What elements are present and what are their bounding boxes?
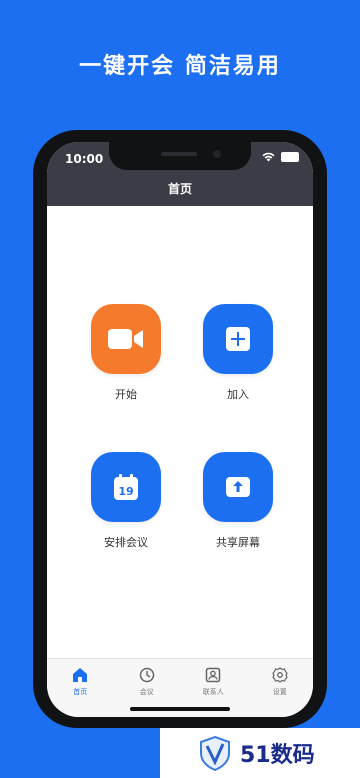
schedule-meeting-label: 安排会议 [104, 536, 148, 549]
nav-label-meetings: 会议 [139, 688, 154, 696]
nav-item-home[interactable]: 首页 [47, 659, 114, 717]
promo-headline: 一键开会 简洁易用 [79, 54, 281, 79]
page-title: 首页 [167, 182, 192, 196]
calendar-day: 19 [118, 485, 133, 498]
top-bar: 10:00 首页 [47, 142, 313, 206]
speaker-grille [161, 152, 197, 156]
start-meeting-tile[interactable] [91, 304, 161, 374]
watermark-text: 51数码 [240, 743, 315, 768]
contact-icon [206, 667, 221, 683]
gear-icon [272, 667, 288, 683]
home-indicator [130, 707, 230, 711]
app-screen: 10:00 首页 开始 加入 19 安排会议 共享屏幕 首页 会议 联系人 设置 [47, 142, 313, 717]
home-icon [73, 668, 88, 682]
plus-icon [226, 327, 250, 351]
phone-frame: 10:00 首页 开始 加入 19 安排会议 共享屏幕 首页 会议 联系人 设置 [33, 130, 327, 728]
nav-item-settings[interactable]: 设置 [247, 659, 314, 717]
calendar-icon: 19 [114, 474, 138, 500]
join-meeting-tile[interactable] [203, 304, 273, 374]
phone-notch [109, 142, 251, 170]
status-time: 10:00 [65, 152, 104, 166]
nav-label-home: 首页 [73, 688, 88, 696]
upload-screen-icon [226, 477, 250, 497]
share-screen-button[interactable]: 共享屏幕 [188, 452, 288, 550]
clock-icon [139, 667, 154, 683]
shield-logo-icon [200, 735, 230, 771]
wifi-icon [262, 152, 275, 162]
schedule-meeting-tile[interactable]: 19 [91, 452, 161, 522]
join-meeting-button[interactable]: 加入 [188, 304, 288, 402]
battery-icon [281, 152, 299, 162]
front-camera [213, 150, 221, 158]
nav-label-settings: 设置 [272, 688, 287, 696]
start-meeting-label: 开始 [115, 388, 137, 401]
schedule-meeting-button[interactable]: 19 安排会议 [76, 452, 176, 550]
video-camera-icon [108, 329, 143, 349]
watermark: 51数码 [160, 728, 360, 778]
start-meeting-button[interactable]: 开始 [76, 304, 176, 402]
nav-label-contacts: 联系人 [202, 688, 224, 696]
share-screen-label: 共享屏幕 [216, 536, 260, 549]
share-screen-tile[interactable] [203, 452, 273, 522]
status-icons [262, 152, 299, 162]
join-meeting-label: 加入 [227, 388, 249, 401]
